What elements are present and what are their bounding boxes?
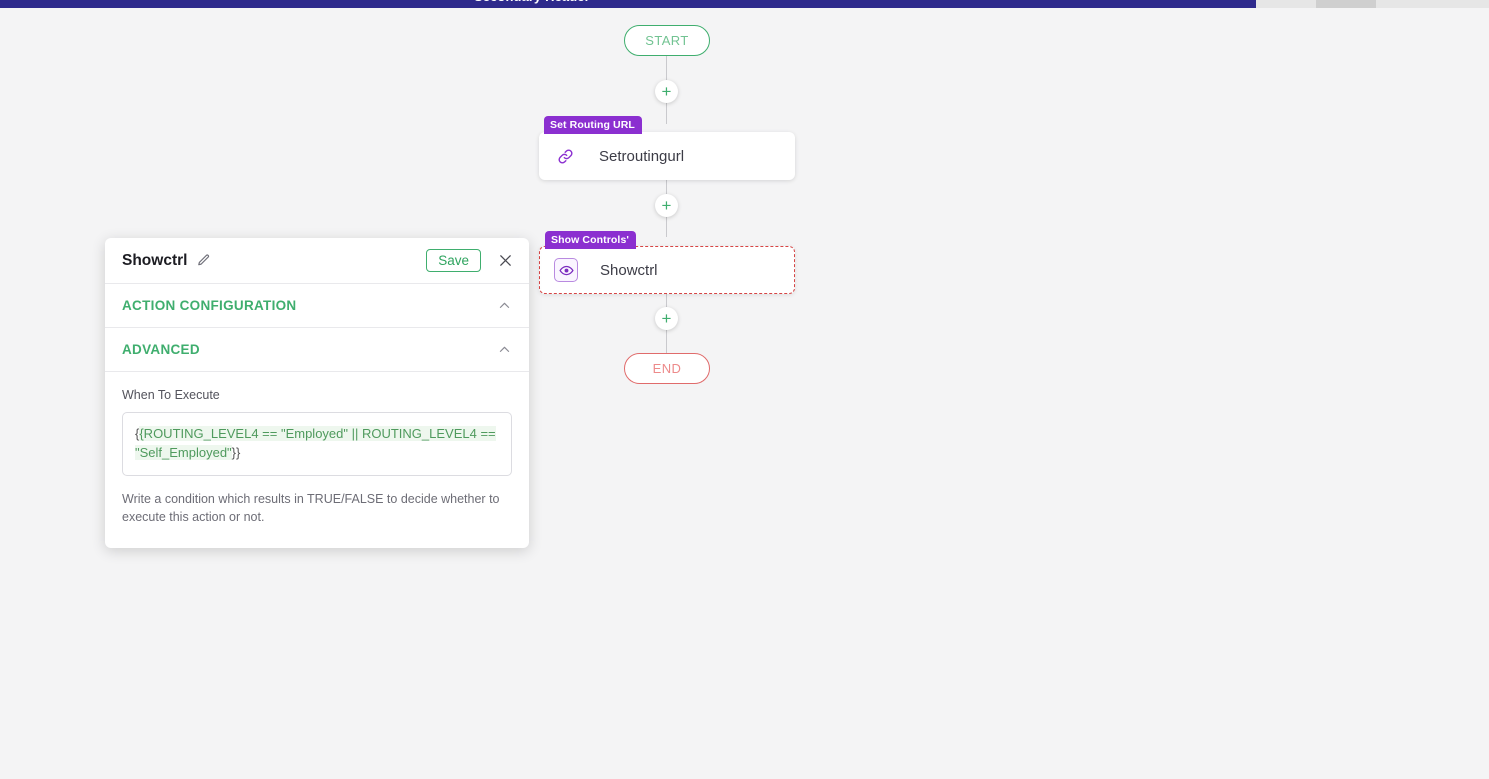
- secondary-header-title: Secondary Header: [474, 0, 590, 4]
- add-step-button-1[interactable]: +: [655, 80, 678, 103]
- workflow-editor: Secondary Header START + Set Routing URL: [0, 0, 1489, 779]
- flow-node-badge: Set Routing URL: [544, 116, 642, 134]
- section-advanced[interactable]: ADVANCED: [105, 328, 529, 372]
- action-config-panel: Showctrl Save ACTION CONFIGURATION ADVAN…: [105, 238, 529, 548]
- section-title: ACTION CONFIGURATION: [122, 298, 297, 313]
- condition-suffix: }}: [231, 445, 241, 460]
- connector-node2-top: [666, 216, 667, 237]
- start-node: START: [624, 25, 710, 56]
- save-button[interactable]: Save: [426, 249, 481, 272]
- header-scrollbar-thumb[interactable]: [1316, 0, 1376, 8]
- secondary-header: Secondary Header: [0, 0, 1256, 8]
- panel-body: When To Execute {{ROUTING_LEVEL4 == "Emp…: [105, 372, 529, 548]
- chevron-up-icon[interactable]: [497, 298, 512, 313]
- connector-node1-top: [666, 102, 667, 124]
- pencil-icon[interactable]: [196, 253, 211, 268]
- section-action-configuration[interactable]: ACTION CONFIGURATION: [105, 284, 529, 328]
- add-step-button-3[interactable]: +: [655, 307, 678, 330]
- flow-node-showctrl[interactable]: Show Controls' Showctrl: [539, 231, 795, 294]
- close-icon[interactable]: [495, 251, 515, 271]
- add-step-button-2[interactable]: +: [655, 194, 678, 217]
- plus-icon: +: [661, 82, 672, 101]
- section-title: ADVANCED: [122, 342, 200, 357]
- flow-node-label: Showctrl: [600, 261, 658, 279]
- when-to-execute-input[interactable]: {{ROUTING_LEVEL4 == "Employed" || ROUTIN…: [122, 412, 512, 476]
- end-node-label: END: [652, 361, 682, 376]
- end-node: END: [624, 353, 710, 384]
- when-to-execute-help: Write a condition which results in TRUE/…: [122, 492, 500, 524]
- panel-header: Showctrl Save: [105, 238, 529, 284]
- flow-node-setroutingurl[interactable]: Set Routing URL Setroutingurl: [539, 116, 795, 180]
- flow-node-badge: Show Controls': [545, 231, 636, 249]
- plus-icon: +: [661, 196, 672, 215]
- start-node-label: START: [645, 33, 689, 48]
- eye-icon: [554, 258, 578, 282]
- link-icon: [553, 144, 577, 168]
- flow-node-label: Setroutingurl: [599, 147, 685, 165]
- condition-expression: {ROUTING_LEVEL4 == "Employed" || ROUTING…: [135, 426, 496, 460]
- plus-icon: +: [661, 309, 672, 328]
- chevron-up-icon[interactable]: [497, 342, 512, 357]
- connector-to-end: [666, 330, 667, 353]
- panel-title: Showctrl: [122, 251, 188, 269]
- when-to-execute-label: When To Execute: [122, 388, 220, 402]
